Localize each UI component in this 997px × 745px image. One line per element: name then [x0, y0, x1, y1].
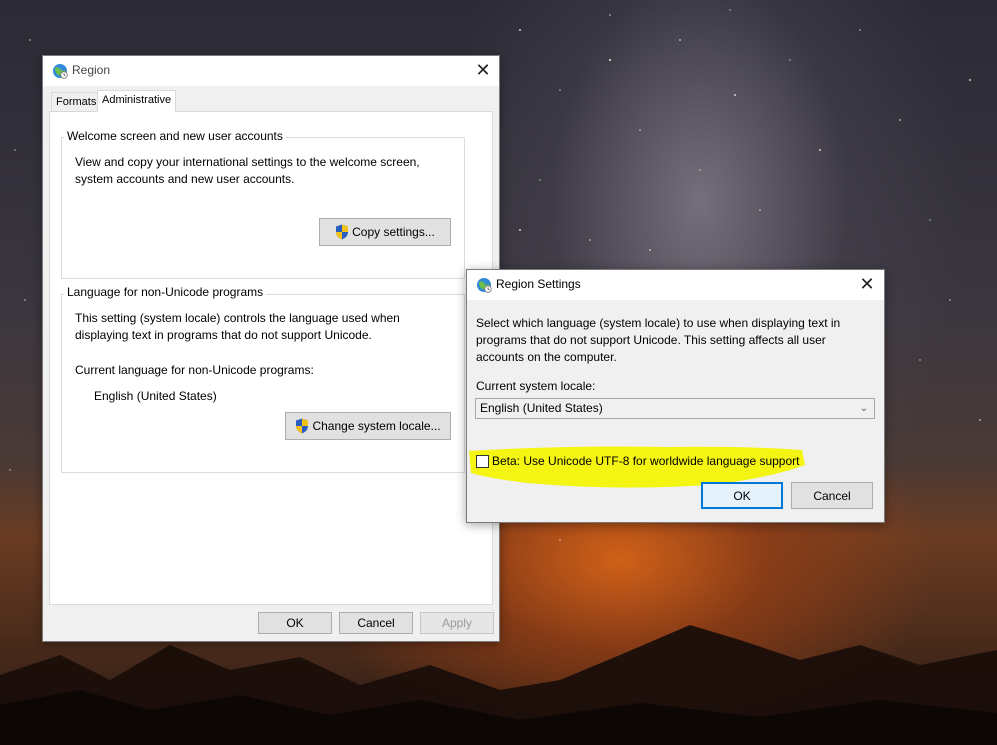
- uac-shield-icon: [296, 418, 309, 434]
- uac-shield-icon: [336, 224, 349, 240]
- region-settings-title: Region Settings: [496, 277, 581, 291]
- dialog-cancel-label: Cancel: [813, 488, 851, 503]
- utf8-beta-label[interactable]: Beta: Use Unicode UTF-8 for worldwide la…: [492, 453, 800, 470]
- region-settings-titlebar[interactable]: Region Settings ✕: [467, 270, 884, 300]
- region-ok-button[interactable]: OK: [258, 612, 332, 634]
- close-icon[interactable]: ✕: [853, 272, 881, 296]
- change-system-locale-label: Change system locale...: [312, 419, 441, 433]
- unicode-description-line1: This setting (system locale) controls th…: [75, 311, 400, 325]
- region-settings-dialog: Region Settings ✕ Select which language …: [466, 269, 885, 523]
- administrative-panel: Welcome screen and new user accounts Vie…: [49, 111, 493, 605]
- region-ok-label: OK: [286, 616, 304, 630]
- dialog-description-line2: programs that do not support Unicode. Th…: [476, 333, 826, 347]
- welcome-description-line2: system accounts and new user accounts.: [75, 172, 295, 186]
- dialog-description-line1: Select which language (system locale) to…: [476, 316, 841, 330]
- region-title: Region: [72, 63, 111, 77]
- system-locale-select[interactable]: English (United States) ⌄: [475, 398, 875, 419]
- dialog-description-line3: accounts on the computer.: [476, 350, 617, 364]
- change-system-locale-button[interactable]: Change system locale...: [285, 412, 451, 440]
- dialog-cancel-button[interactable]: Cancel: [791, 482, 873, 509]
- system-locale-label: Current system locale:: [476, 379, 596, 393]
- chevron-down-icon: ⌄: [859, 403, 868, 414]
- region-apply-button[interactable]: Apply: [420, 612, 494, 634]
- system-locale-value: English (United States): [480, 401, 603, 415]
- tab-administrative[interactable]: Administrative: [97, 90, 177, 113]
- utf8-beta-checkbox[interactable]: [476, 455, 489, 468]
- globe-clock-icon: [53, 64, 68, 79]
- copy-settings-label: Copy settings...: [352, 225, 435, 239]
- tab-formats-label: Formats: [56, 96, 97, 108]
- region-cancel-label: Cancel: [357, 616, 395, 630]
- current-language-value: English (United States): [94, 389, 217, 403]
- region-titlebar[interactable]: Region ✕: [43, 56, 499, 86]
- dialog-ok-label: OK: [733, 488, 751, 503]
- unicode-group-title: Language for non-Unicode programs: [64, 285, 267, 299]
- current-language-label: Current language for non-Unicode program…: [75, 363, 314, 377]
- welcome-description-line1: View and copy your international setting…: [75, 155, 420, 169]
- tab-formats[interactable]: Formats: [51, 92, 102, 113]
- unicode-description-line2: displaying text in programs that do not …: [75, 328, 372, 342]
- globe-clock-icon: [477, 278, 492, 293]
- region-apply-label: Apply: [441, 616, 473, 630]
- dialog-ok-button[interactable]: OK: [701, 482, 783, 509]
- welcome-group-title: Welcome screen and new user accounts: [64, 129, 286, 143]
- region-cancel-button[interactable]: Cancel: [339, 612, 413, 634]
- copy-settings-button[interactable]: Copy settings...: [319, 218, 451, 246]
- region-window: Region ✕ Formats Administrative Welcome …: [42, 55, 500, 642]
- close-icon[interactable]: ✕: [469, 58, 497, 82]
- tab-administrative-label: Administrative: [102, 94, 172, 106]
